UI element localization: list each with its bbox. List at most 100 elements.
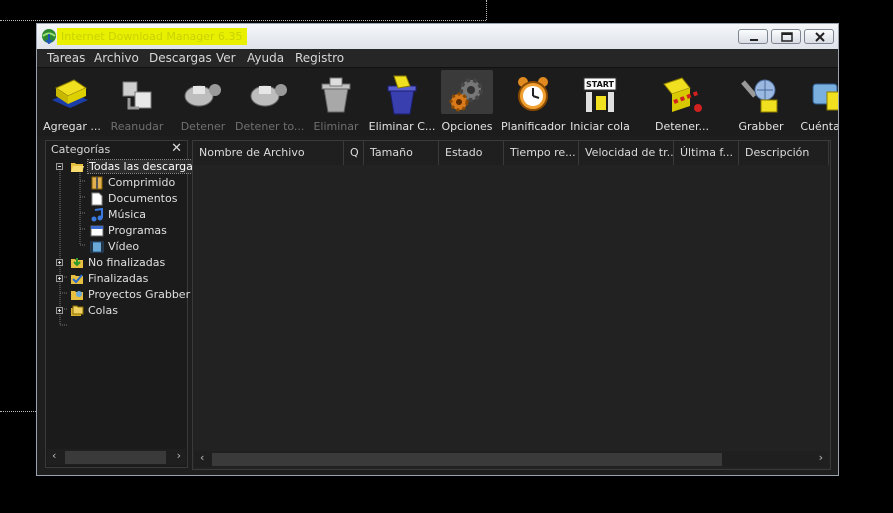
archive-icon [91, 176, 103, 190]
resume-icon [122, 81, 152, 110]
idm-globe-icon [42, 29, 56, 44]
download-list-header: Nombre de Archivo Q Tamaño Estado Tiempo… [193, 141, 830, 165]
stop-all-icon [250, 84, 287, 107]
start-queue-button[interactable]: START Iniciar cola [569, 68, 631, 134]
scrollbar-thumb[interactable] [212, 453, 722, 466]
column-velocidad[interactable]: Velocidad de tr... [579, 141, 674, 165]
tree-item-documentos[interactable]: Documentos [46, 191, 186, 207]
tree-item-comprimido[interactable]: Comprimido [46, 175, 186, 191]
minimize-button[interactable] [738, 29, 768, 44]
stop-queue-button[interactable]: Detener... [643, 68, 721, 134]
add-url-icon [52, 79, 88, 108]
column-ultima-fecha[interactable]: Última f... [674, 141, 739, 165]
menu-ver[interactable]: Ver [216, 51, 236, 65]
document-icon [91, 192, 103, 206]
grabber-project-icon [71, 291, 83, 300]
start-queue-icon: START [583, 77, 617, 112]
categories-horizontal-scrollbar[interactable]: ‹ › [47, 449, 186, 465]
video-film-icon [90, 241, 104, 253]
resume-label: Reanudar [110, 120, 164, 133]
stop-queue-icon [663, 77, 702, 112]
scheduler-button[interactable]: Planificador [501, 68, 565, 134]
unfinished-download-icon [71, 258, 83, 268]
stop-icon [184, 84, 221, 107]
tree-item-programas[interactable]: Programas [46, 223, 186, 239]
scroll-left-icon[interactable]: ‹ [52, 449, 56, 462]
folder-open-icon [71, 163, 84, 172]
tree-item-finalizadas[interactable]: Finalizadas [46, 271, 186, 287]
finished-checkmark-icon [71, 274, 83, 284]
close-button[interactable] [804, 29, 834, 44]
resume-button[interactable]: Reanudar [107, 68, 167, 134]
tell-friend-button[interactable]: Cuéntale [795, 68, 838, 134]
options-gear-icon [449, 78, 483, 112]
options-label: Opciones [441, 120, 493, 133]
menu-tareas[interactable]: Tareas [47, 51, 85, 65]
grabber-label: Grabber [738, 120, 784, 133]
tree-item-todas[interactable]: Todas las descargas [46, 159, 201, 175]
tree-label-proyectos-grabber: Proyectos Grabber [88, 288, 191, 301]
tree-label-programas: Programas [108, 224, 167, 237]
stop-label: Detener [180, 120, 226, 133]
tree-item-no-finalizadas[interactable]: No finalizadas [46, 255, 186, 271]
column-nombre-de-archivo[interactable]: Nombre de Archivo [193, 141, 344, 165]
tree-item-video[interactable]: Vídeo [46, 239, 186, 255]
tree-label-finalizadas: Finalizadas [88, 272, 149, 285]
scroll-right-icon[interactable]: › [819, 451, 823, 464]
stop-all-button[interactable]: Detener to... [235, 68, 305, 134]
delete-icon [321, 77, 351, 113]
collapse-toggle-icon[interactable] [56, 163, 63, 170]
download-list-horizontal-scrollbar[interactable]: ‹ › [194, 451, 829, 467]
menu-registro[interactable]: Registro [295, 51, 344, 65]
expand-toggle-icon[interactable] [56, 259, 63, 266]
menu-descargas[interactable]: Descargas [149, 51, 212, 65]
column-estado[interactable]: Estado [439, 141, 504, 165]
add-url-button[interactable]: Agregar ... [37, 68, 107, 134]
grabber-icon [741, 79, 778, 113]
options-button[interactable]: Opciones [439, 68, 495, 134]
tree-label-comprimido: Comprimido [108, 176, 176, 189]
delete-label: Eliminar [313, 120, 359, 133]
maximize-button[interactable] [771, 29, 801, 44]
tree-label-no-finalizadas: No finalizadas [88, 256, 166, 269]
categories-close-icon[interactable]: ✕ [171, 141, 182, 156]
window-title: Internet Download Manager 6.35 [57, 28, 247, 45]
stop-button[interactable]: Detener [171, 68, 235, 134]
svg-text:START: START [586, 80, 615, 89]
delete-button[interactable]: Eliminar [307, 68, 365, 134]
tree-label-video: Vídeo [108, 240, 140, 253]
delete-completed-icon [387, 75, 417, 115]
tell-friend-icon [812, 83, 838, 111]
scroll-right-icon[interactable]: › [177, 449, 181, 462]
column-tiempo-restante[interactable]: Tiempo re... [504, 141, 579, 165]
categories-title: Categorías [51, 143, 111, 156]
toolbar: Agregar ... Reanudar Detener Detener to.… [37, 68, 838, 136]
tree-item-musica[interactable]: Música [46, 207, 186, 223]
scroll-left-icon[interactable]: ‹ [200, 451, 204, 464]
stop-all-label: Detener to... [235, 120, 305, 133]
menu-ayuda[interactable]: Ayuda [247, 51, 284, 65]
categories-header: Categorías ✕ [46, 141, 187, 157]
maximize-icon [781, 32, 793, 42]
column-tamano[interactable]: Tamaño [364, 141, 439, 165]
title-bar[interactable]: Internet Download Manager 6.35 [37, 24, 838, 50]
program-window-icon [90, 225, 104, 237]
grabber-button[interactable]: Grabber [731, 68, 791, 134]
delete-completed-button[interactable]: Eliminar C... [367, 68, 437, 134]
column-descripcion[interactable]: Descripción [739, 141, 829, 165]
menu-archivo[interactable]: Archivo [94, 51, 139, 65]
tree-item-proyectos-grabber[interactable]: Proyectos Grabber [46, 287, 190, 303]
categories-panel: Categorías ✕ Todas las descargas Comprim… [45, 140, 201, 468]
desktop-dotted-line-right [486, 0, 487, 20]
column-q[interactable]: Q [344, 141, 364, 165]
tree-item-colas[interactable]: Colas [46, 303, 186, 319]
download-list[interactable]: Nombre de Archivo Q Tamaño Estado Tiempo… [192, 140, 831, 470]
close-icon [815, 32, 825, 42]
expand-toggle-icon[interactable] [56, 275, 63, 282]
scrollbar-thumb[interactable] [65, 451, 166, 464]
start-queue-label: Iniciar cola [570, 120, 630, 133]
menu-bar: Tareas Archivo Descargas Ver Ayuda Regis… [37, 49, 838, 68]
expand-toggle-icon[interactable] [56, 307, 63, 314]
scheduler-label: Planificador [501, 120, 566, 133]
desktop-dotted-line-top [0, 20, 486, 21]
